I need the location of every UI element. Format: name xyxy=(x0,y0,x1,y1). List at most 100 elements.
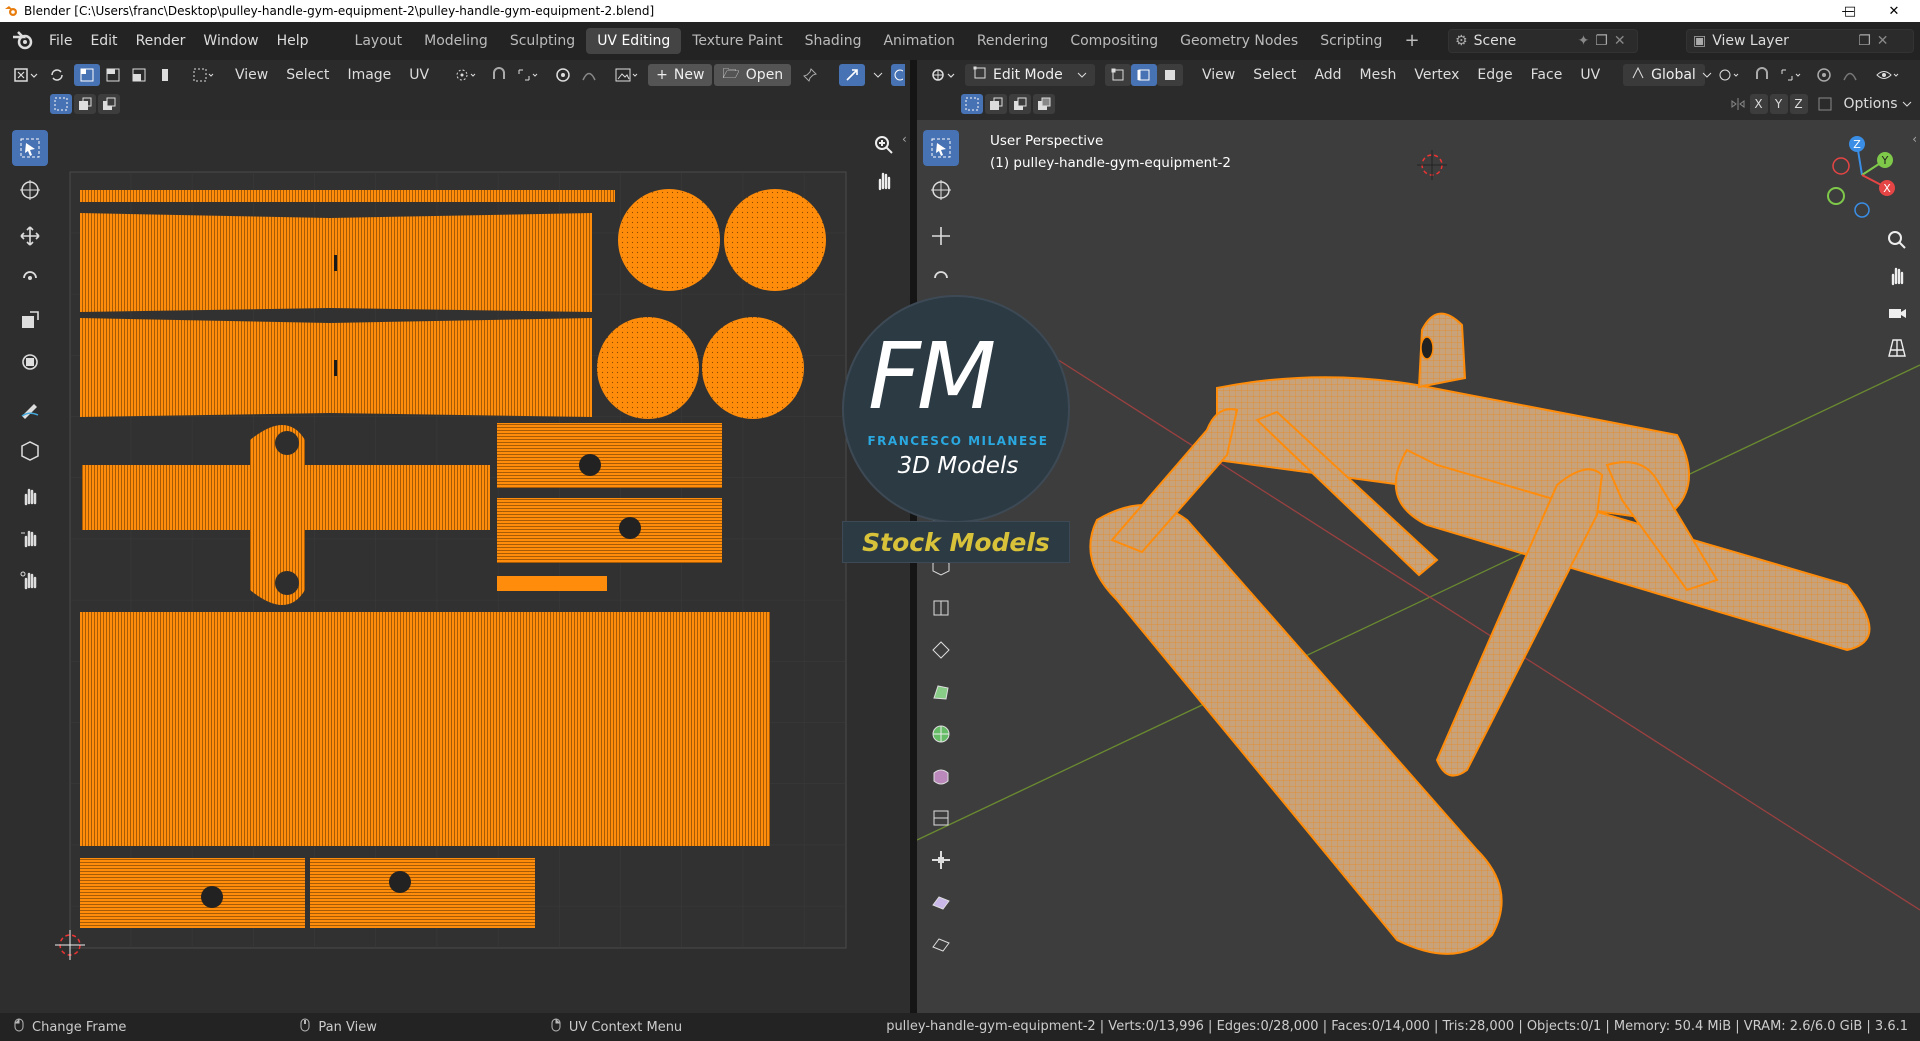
select-mode-extend-icon[interactable] xyxy=(74,94,96,114)
scene-selector[interactable]: ⚙ Scene ✦ ❐ ✕ xyxy=(1448,29,1638,53)
select-box-tool-icon[interactable] xyxy=(923,130,959,166)
pan-hand-icon[interactable] xyxy=(869,166,899,196)
scale-tool-icon[interactable] xyxy=(12,302,48,338)
camera-icon[interactable] xyxy=(1882,297,1912,327)
pin-icon[interactable]: ✦ xyxy=(1578,33,1590,49)
gizmo-options-icon[interactable] xyxy=(865,64,891,86)
falloff-icon[interactable] xyxy=(1837,64,1863,86)
loop-cut-tool-icon[interactable] xyxy=(923,590,959,626)
new-scene-icon[interactable]: ❐ xyxy=(1595,33,1608,49)
maximize-icon[interactable]: □ xyxy=(1830,0,1870,22)
gizmo-toggle-icon[interactable] xyxy=(839,64,866,86)
vp-menu-add[interactable]: Add xyxy=(1305,67,1350,83)
3d-viewport-canvas[interactable]: User Perspective (1) pulley-handle-gym-e… xyxy=(917,120,1920,1013)
mode-selector[interactable]: Edit Mode xyxy=(965,64,1095,86)
pivot-point-icon[interactable] xyxy=(450,64,482,86)
menu-edit[interactable]: Edit xyxy=(81,28,126,54)
auto-merge-icon[interactable] xyxy=(1814,94,1836,114)
vertex-select-mode-icon[interactable] xyxy=(1105,64,1131,86)
pinch-tool-icon[interactable] xyxy=(12,562,48,598)
edge-select-mode-icon[interactable] xyxy=(1131,64,1157,86)
vp-select-mode-set-icon[interactable] xyxy=(961,94,983,114)
rotate-tool-icon[interactable] xyxy=(923,260,959,296)
vertex-select-uv-icon[interactable] xyxy=(74,64,100,86)
snap-icon[interactable] xyxy=(486,64,512,86)
uv-editor-canvas[interactable]: ‹ xyxy=(0,120,910,1013)
mirror-z-toggle[interactable]: Z xyxy=(1789,94,1808,114)
transform-tool-icon[interactable] xyxy=(12,344,48,380)
menu-render[interactable]: Render xyxy=(127,28,195,54)
tab-animation[interactable]: Animation xyxy=(872,28,965,54)
menu-window[interactable]: Window xyxy=(194,28,267,54)
uv-menu-image[interactable]: Image xyxy=(338,67,400,83)
face-select-mode-icon[interactable] xyxy=(1157,64,1183,86)
spin-tool-icon[interactable] xyxy=(923,716,959,752)
cursor-tool-icon[interactable] xyxy=(12,172,48,208)
tab-sculpting[interactable]: Sculpting xyxy=(499,28,586,54)
snap-icon[interactable] xyxy=(1749,64,1775,86)
tab-texture-paint[interactable]: Texture Paint xyxy=(681,28,793,54)
vp-select-mode-invert-icon[interactable] xyxy=(1033,94,1055,114)
select-mode-subtract-icon[interactable] xyxy=(98,94,120,114)
tab-uv-editing[interactable]: UV Editing xyxy=(586,28,682,54)
viewport-editor-type-icon[interactable] xyxy=(925,64,961,86)
smooth-tool-icon[interactable] xyxy=(923,758,959,794)
pin-image-icon[interactable] xyxy=(797,64,823,86)
vp-menu-edge[interactable]: Edge xyxy=(1468,67,1521,83)
vp-select-mode-subtract-icon[interactable] xyxy=(1009,94,1031,114)
tab-compositing[interactable]: Compositing xyxy=(1059,28,1169,54)
uv-menu-view[interactable]: View xyxy=(226,67,277,83)
navigation-gizmo[interactable]: Z Y X xyxy=(1817,130,1907,220)
pivot-point-icon[interactable] xyxy=(1713,64,1745,86)
tab-shading[interactable]: Shading xyxy=(794,28,873,54)
mirror-x-toggle[interactable]: X xyxy=(1749,94,1768,114)
overlay-toggle-icon[interactable] xyxy=(891,64,906,86)
tab-scripting[interactable]: Scripting xyxy=(1309,28,1393,54)
uv-menu-uv[interactable]: UV xyxy=(400,67,438,83)
remove-view-layer-icon[interactable]: ✕ xyxy=(1877,33,1889,49)
uv-menu-select[interactable]: Select xyxy=(277,67,338,83)
vp-menu-uv[interactable]: UV xyxy=(1571,67,1609,83)
options-dropdown[interactable]: Options xyxy=(1844,96,1912,112)
mirror-y-toggle[interactable]: Y xyxy=(1769,94,1788,114)
select-mode-set-icon[interactable] xyxy=(50,94,72,114)
close-icon[interactable]: ✕ xyxy=(1874,0,1914,22)
new-view-layer-icon[interactable]: ❐ xyxy=(1858,33,1871,49)
snap-target-icon[interactable] xyxy=(1775,64,1807,86)
annotate-tool-icon[interactable] xyxy=(12,390,48,426)
select-box-tool-icon[interactable] xyxy=(12,130,48,166)
rip-tool-icon[interactable] xyxy=(12,432,48,468)
menu-file[interactable]: File xyxy=(40,28,81,54)
poly-build-tool-icon[interactable] xyxy=(923,674,959,710)
visibility-options-icon[interactable] xyxy=(1871,64,1905,86)
sticky-selection-icon[interactable] xyxy=(188,64,220,86)
rotate-tool-icon[interactable] xyxy=(12,260,48,296)
pan-hand-icon[interactable] xyxy=(1882,261,1912,291)
image-browse-icon[interactable] xyxy=(610,64,644,86)
face-select-uv-icon[interactable] xyxy=(126,64,152,86)
open-image-button[interactable]: 🗁 Open xyxy=(714,64,792,86)
new-image-button[interactable]: + New xyxy=(648,64,713,86)
view-layer-selector[interactable]: ▣ View Layer ❐ ✕ xyxy=(1686,29,1914,53)
tab-geometry-nodes[interactable]: Geometry Nodes xyxy=(1169,28,1309,54)
shear-tool-icon[interactable] xyxy=(923,884,959,920)
vp-menu-face[interactable]: Face xyxy=(1522,67,1572,83)
menu-help[interactable]: Help xyxy=(268,28,318,54)
tab-rendering[interactable]: Rendering xyxy=(966,28,1060,54)
cursor-tool-icon[interactable] xyxy=(923,172,959,208)
zoom-icon[interactable] xyxy=(869,130,899,160)
mirror-icon[interactable] xyxy=(1728,94,1748,114)
knife-tool-icon[interactable] xyxy=(923,632,959,668)
tab-modeling[interactable]: Modeling xyxy=(413,28,499,54)
sidebar-toggle-icon[interactable]: ‹ xyxy=(902,132,907,146)
move-tool-icon[interactable] xyxy=(12,218,48,254)
vp-select-mode-extend-icon[interactable] xyxy=(985,94,1007,114)
proportional-edit-icon[interactable] xyxy=(1811,64,1837,86)
tab-layout[interactable]: Layout xyxy=(344,28,414,54)
editor-type-icon[interactable] xyxy=(8,64,44,86)
edge-slide-tool-icon[interactable] xyxy=(923,800,959,836)
grab-tool-icon[interactable] xyxy=(12,478,48,514)
blender-menu-icon[interactable] xyxy=(10,28,36,54)
vp-menu-vertex[interactable]: Vertex xyxy=(1405,67,1468,83)
edge-select-uv-icon[interactable] xyxy=(100,64,126,86)
